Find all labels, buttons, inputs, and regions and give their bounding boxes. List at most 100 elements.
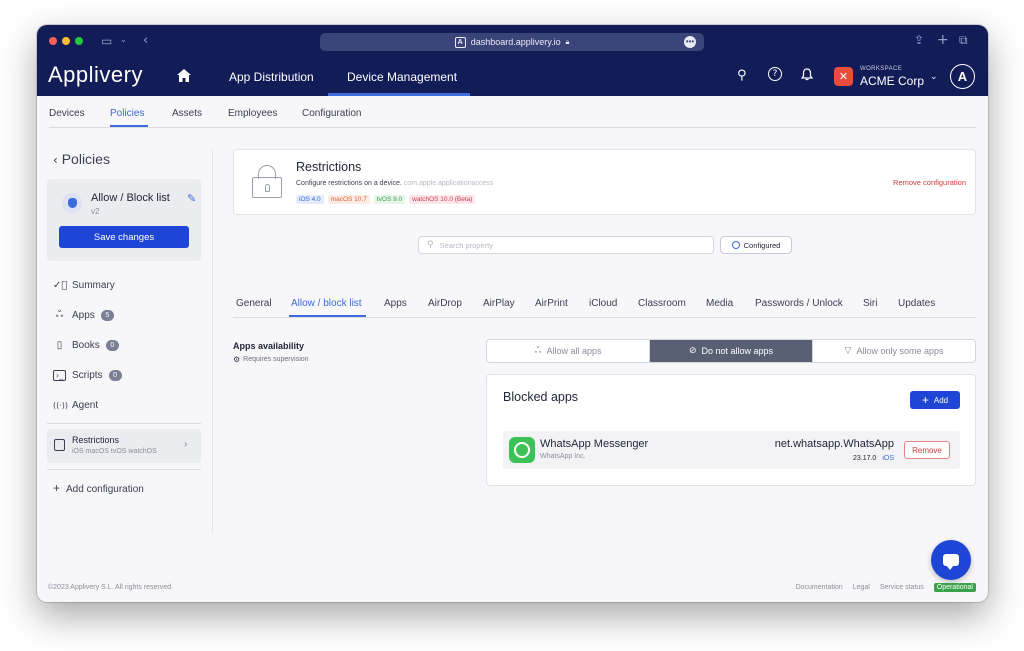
do-not-allow-apps-option[interactable]: ⊘ Do not allow apps: [650, 340, 813, 362]
book-icon: ▯: [56, 339, 63, 351]
remove-app-button[interactable]: Remove: [904, 441, 950, 459]
tab-apps[interactable]: Apps: [384, 298, 407, 309]
tab-icloud[interactable]: iCloud: [589, 298, 617, 309]
restrictions-description: Configure restrictions on a device. com.…: [296, 180, 494, 187]
app-header: Applivery App Distribution Device Manage…: [37, 57, 988, 96]
tab-general[interactable]: General: [236, 298, 272, 309]
search-box: ⚲: [418, 236, 714, 254]
tab-devices[interactable]: Devices: [49, 108, 85, 119]
back-label: Policies: [61, 151, 110, 167]
bell-icon[interactable]: [800, 68, 814, 85]
sidebar-toggle-icon[interactable]: ▭: [101, 35, 112, 47]
help-icon[interactable]: ?: [768, 67, 782, 81]
tab-configuration[interactable]: Configuration: [302, 108, 361, 119]
tab-media[interactable]: Media: [706, 298, 733, 309]
app-platform: iOS: [882, 455, 894, 462]
apps-availability-title: Apps availability: [233, 341, 305, 351]
page-title: Restrictions: [296, 160, 362, 174]
sidebar-item-books[interactable]: ▯ Books 0: [53, 337, 119, 353]
filter-icon: ▽: [844, 346, 852, 356]
tab-assets[interactable]: Assets: [172, 108, 202, 119]
more-options-icon[interactable]: •••: [684, 36, 696, 48]
tab-passwords-unlock[interactable]: Passwords / Unlock: [755, 298, 843, 309]
share-icon[interactable]: ⇪: [914, 34, 924, 46]
chevron-left-icon: ‹: [53, 153, 58, 167]
app-version: 23.17.0: [852, 455, 877, 462]
sidebar-item-summary[interactable]: ✓⃝ Summary: [53, 277, 115, 293]
allow-all-apps-option[interactable]: ஃ Allow all apps: [487, 340, 650, 362]
sidebar-item-apps[interactable]: ஃ Apps 5: [53, 307, 114, 323]
service-status-link[interactable]: Service status: [880, 584, 924, 591]
back-to-policies-link[interactable]: ‹ Policies: [53, 151, 110, 167]
remove-configuration-link[interactable]: Remove configuration: [893, 178, 966, 187]
legal-link[interactable]: Legal: [853, 584, 870, 591]
policy-version: v2: [91, 207, 100, 216]
apps-availability-selector: ஃ Allow all apps ⊘ Do not allow apps ▽ A…: [486, 339, 976, 363]
zoom-window-button[interactable]: [75, 37, 83, 45]
tab-employees[interactable]: Employees: [228, 108, 277, 119]
tab-policies[interactable]: Policies: [110, 108, 144, 119]
new-tab-icon[interactable]: +: [937, 33, 949, 47]
workspace-name[interactable]: ACME Corp: [860, 74, 924, 88]
restrictions-header-card: Restrictions Configure restrictions on a…: [233, 149, 976, 215]
chat-support-button[interactable]: [931, 540, 971, 580]
tabs-overview-icon[interactable]: ⧉: [959, 34, 968, 46]
chip-ios: iOS 4.0: [296, 195, 324, 204]
search-input[interactable]: [439, 240, 680, 250]
browser-toolbar: ▭ ⌄ ‹ A dashboard.applivery.io 🔒︎ ••• ⇪ …: [37, 25, 988, 57]
close-window-button[interactable]: [49, 37, 57, 45]
list-item: WhatsApp Messenger WhatsApp Inc. net.wha…: [503, 431, 960, 469]
add-app-button[interactable]: + Add: [910, 391, 960, 409]
gear-icon: ⚙: [233, 355, 241, 364]
address-bar[interactable]: A dashboard.applivery.io 🔒︎ •••: [320, 33, 704, 51]
blocked-apps-title: Blocked apps: [503, 390, 579, 404]
chip-watchos: watchOS 10.0 (Beta): [409, 195, 476, 204]
tab-device-management[interactable]: Device Management: [347, 70, 457, 84]
tab-classroom[interactable]: Classroom: [638, 298, 686, 309]
tab-airplay[interactable]: AirPlay: [483, 298, 515, 309]
avatar[interactable]: A: [950, 64, 975, 89]
divider: [49, 127, 976, 128]
add-configuration-link[interactable]: + Add configuration: [53, 481, 144, 495]
sidebar-item-agent[interactable]: ((·)) Agent: [53, 397, 98, 413]
policy-card: Allow / Block list ✎ v2 Save changes: [47, 179, 201, 261]
whatsapp-app-icon: [509, 437, 535, 463]
block-icon: ⊘: [688, 346, 697, 356]
sidebar-item-scripts[interactable]: ›_ Scripts 0: [53, 367, 122, 383]
tab-siri[interactable]: Siri: [863, 298, 877, 309]
blocked-apps-card: Blocked apps + Add WhatsApp Messenger Wh…: [486, 374, 976, 486]
back-arrow-icon[interactable]: ‹: [143, 34, 148, 47]
url-text: dashboard.applivery.io: [470, 37, 561, 47]
minimize-window-button[interactable]: [62, 37, 70, 45]
tab-airdrop[interactable]: AirDrop: [428, 298, 462, 309]
tab-app-distribution[interactable]: App Distribution: [229, 70, 314, 84]
tab-allow-block-list[interactable]: Allow / block list: [291, 298, 362, 309]
chevron-down-icon[interactable]: ⌄: [120, 36, 127, 44]
sidebar-item-label: Scripts: [72, 369, 103, 381]
platform-chips: iOS 4.0 macOS 10.7 tvOS 9.0 watchOS 10.0…: [296, 195, 476, 204]
plus-icon: +: [53, 481, 61, 495]
divider: [47, 423, 201, 424]
pencil-icon[interactable]: ✎: [187, 192, 196, 205]
documentation-link[interactable]: Documentation: [796, 584, 843, 591]
divider: [47, 469, 201, 470]
app-developer: WhatsApp Inc.: [540, 453, 586, 460]
lock-icon: 🔒︎: [565, 37, 570, 46]
workspace-logo-icon[interactable]: ✕: [834, 67, 853, 86]
terminal-icon: ›_: [53, 369, 66, 381]
save-changes-button[interactable]: Save changes: [59, 226, 189, 248]
sidebar-item-restrictions[interactable]: Restrictions iOS macOS tvOS watchOS ›: [47, 429, 201, 463]
configured-filter-button[interactable]: Configured: [720, 236, 792, 254]
app-name: WhatsApp Messenger: [540, 438, 649, 450]
tab-airprint[interactable]: AirPrint: [535, 298, 568, 309]
plus-icon: +: [921, 393, 929, 407]
apps-icon: ஃ: [534, 345, 542, 356]
chevron-down-icon[interactable]: ⌄: [930, 71, 938, 82]
search-icon[interactable]: ⚲: [737, 68, 747, 83]
applivery-logo[interactable]: Applivery: [48, 62, 143, 88]
allow-only-some-apps-option[interactable]: ▽ Allow only some apps: [813, 340, 975, 362]
divider: [233, 317, 976, 318]
tab-updates[interactable]: Updates: [898, 298, 935, 309]
home-icon[interactable]: [177, 69, 191, 86]
configured-label: Configured: [743, 240, 781, 250]
